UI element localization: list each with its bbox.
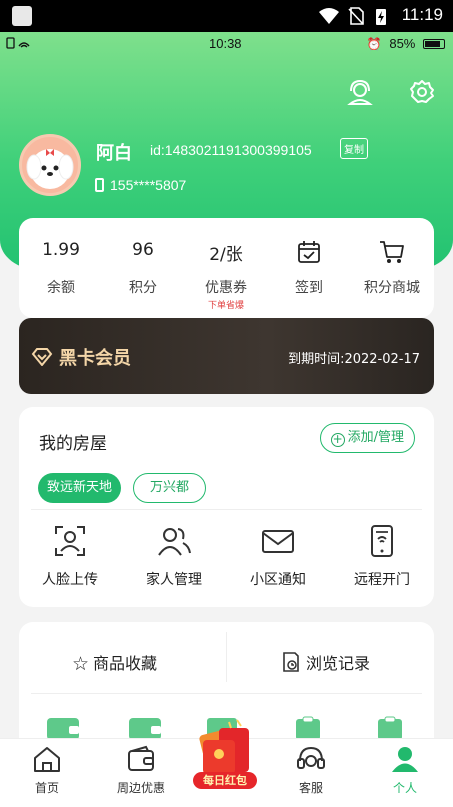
balance-label: 余额 <box>47 280 75 296</box>
system-time: 11:19 <box>401 5 443 24</box>
tab-nearby-deals-label: 周边优惠 <box>116 781 165 795</box>
calendar-check-icon <box>269 240 349 266</box>
house-title: 我的房屋 <box>39 434 107 454</box>
vip-card[interactable]: 黑卡会员 到期时间:2022-02-17 <box>19 318 434 394</box>
goods-favorites-label: 商品收藏 <box>93 654 158 673</box>
points-stat[interactable]: 96 积分 <box>103 240 183 297</box>
points-value: 96 <box>132 240 154 260</box>
goods-favorites-button[interactable]: ☆ 商品收藏 <box>72 650 157 675</box>
red-packet-icon <box>199 719 249 774</box>
avatar[interactable] <box>19 134 81 196</box>
add-manage-label: 添加/管理 <box>347 430 404 445</box>
copy-id-button[interactable]: 复制 <box>340 138 368 159</box>
browse-history-button[interactable]: 浏览记录 <box>282 650 370 674</box>
star-icon: ☆ <box>72 653 90 675</box>
balance-stat[interactable]: 1.99 余额 <box>21 240 101 297</box>
points-label: 积分 <box>129 280 157 296</box>
community-notice-label: 小区通知 <box>250 572 306 588</box>
diamond-icon <box>31 348 53 366</box>
dog-avatar-icon <box>26 149 74 189</box>
house-chip-selected[interactable]: 致远新天地 <box>38 473 122 503</box>
phone-time: 10:38 <box>209 36 242 51</box>
remote-open-door-action[interactable]: 远程开门 <box>337 525 427 589</box>
vip-expire-date: 到期时间:2022-02-17 <box>288 352 420 367</box>
gear-icon[interactable] <box>409 79 435 105</box>
divider <box>31 509 422 510</box>
history-doc-icon <box>283 652 299 672</box>
family-manage-label: 家人管理 <box>146 572 202 588</box>
tab-nearby-deals[interactable]: 周边优惠 <box>106 745 176 796</box>
battery-icon <box>423 39 445 49</box>
sim-wifi-icon <box>6 37 30 49</box>
clipboard-icon <box>378 716 402 740</box>
balance-value: 1.99 <box>42 240 80 260</box>
user-phone: 155****5807 <box>95 177 186 193</box>
tab-home-label: 首页 <box>34 781 59 795</box>
coupon-value: 2/张 <box>209 245 243 265</box>
phone-door-icon <box>371 525 393 557</box>
clipboard-icon <box>296 716 320 740</box>
house-chip[interactable]: 万兴都 <box>133 473 207 503</box>
points-mall-label: 积分商城 <box>364 280 420 296</box>
system-status-bar: 11:19 <box>0 0 453 32</box>
tab-profile[interactable]: 个人 <box>370 745 440 796</box>
wallet-icon <box>129 718 161 740</box>
family-icon <box>158 528 191 556</box>
vertical-divider <box>226 632 227 682</box>
browse-history-label: 浏览记录 <box>306 654 371 673</box>
face-scan-icon <box>55 526 85 556</box>
battery-percent: 85% <box>389 36 416 51</box>
user-phone-number: 155****5807 <box>110 177 187 193</box>
tab-profile-label: 个人 <box>392 781 417 795</box>
coupon-sub-label: 下单省爆 <box>207 301 244 311</box>
battery-charging-icon <box>376 9 386 25</box>
face-upload-label: 人脸上传 <box>42 572 98 588</box>
checkin-stat[interactable]: 签到 <box>269 240 349 297</box>
points-mall-stat[interactable]: 积分商城 <box>352 240 432 297</box>
wifi-icon <box>319 8 339 24</box>
daily-red-packet-label: 每日红包 <box>193 772 257 789</box>
plus-icon: + <box>330 432 345 447</box>
family-manage-action[interactable]: 家人管理 <box>129 525 219 589</box>
remote-open-door-label: 远程开门 <box>354 572 410 588</box>
tab-service[interactable]: 客服 <box>276 745 346 796</box>
my-house-card: 我的房屋 + 添加/管理 致远新天地 万兴都 人脸上传 家人管理 小区通知 远程开… <box>19 407 434 607</box>
home-icon <box>34 747 60 772</box>
face-upload-action[interactable]: 人脸上传 <box>25 525 115 589</box>
wallet-outline-icon <box>128 745 154 771</box>
divider <box>31 693 422 694</box>
coupon-stat[interactable]: 2/张 优惠券 下单省爆 <box>186 240 266 311</box>
phone-icon <box>95 178 104 192</box>
wallet-icon <box>47 718 79 740</box>
tab-home[interactable]: 首页 <box>12 745 82 796</box>
daily-red-packet-button[interactable]: 每日红包 <box>189 714 261 792</box>
cart-icon <box>352 240 432 266</box>
tab-service-label: 客服 <box>298 781 323 795</box>
community-notice-action[interactable]: 小区通知 <box>233 525 323 589</box>
user-id: id:1483021191300399105 <box>150 142 312 158</box>
vip-title: 黑卡会员 <box>59 348 131 369</box>
headset-icon <box>297 746 325 769</box>
user-name: 阿白 <box>96 143 132 164</box>
person-icon <box>392 747 418 772</box>
mail-icon <box>262 530 294 553</box>
coupon-label: 优惠券 <box>205 280 247 296</box>
alarm-icon: ⏰ <box>366 37 382 51</box>
checkin-label: 签到 <box>295 280 323 296</box>
phone-battery: ⏰ 85% <box>367 36 445 51</box>
no-sim-icon <box>348 7 364 25</box>
phone-status-bar: 10:38 ⏰ 85% <box>0 32 453 54</box>
account-stats-card: 1.99 余额 96 积分 2/张 优惠券 下单省爆 签到 积分商城 <box>19 218 434 318</box>
notification-icon <box>12 6 32 26</box>
add-manage-button[interactable]: + 添加/管理 <box>319 423 415 453</box>
headset-icon[interactable] <box>346 78 374 106</box>
